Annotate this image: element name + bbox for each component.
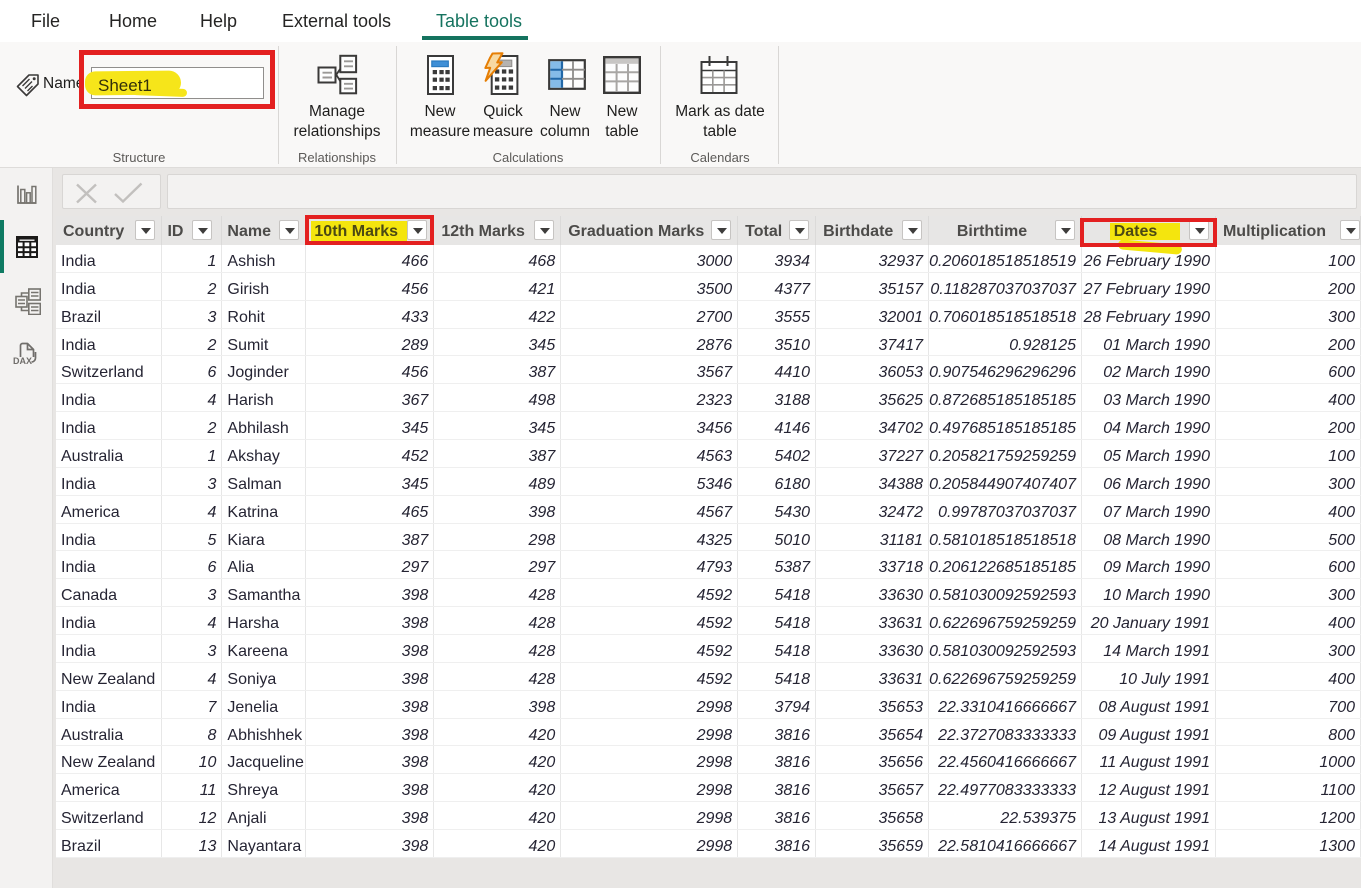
- svg-text:DAX: DAX: [13, 356, 32, 366]
